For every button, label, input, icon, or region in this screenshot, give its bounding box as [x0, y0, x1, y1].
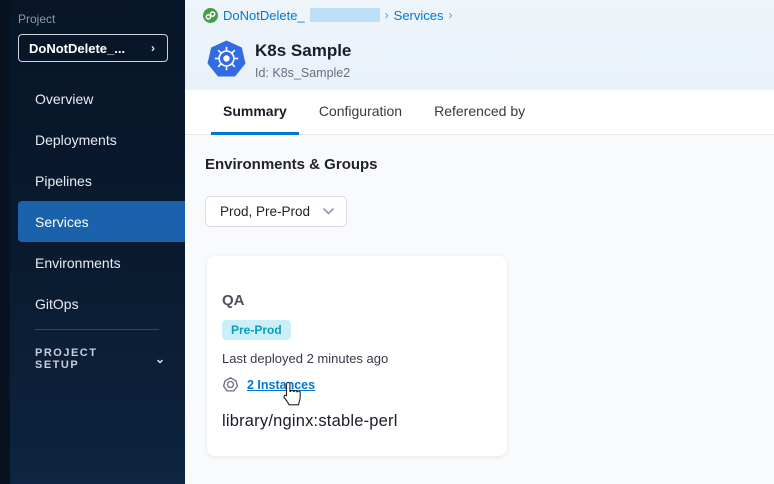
summary-content: Environments & Groups Prod, Pre-Prod QA …: [185, 135, 774, 484]
artifact-name: library/nginx:stable-perl: [222, 412, 398, 431]
project-breadcrumb-icon: [203, 8, 218, 23]
tab-bar: Summary Configuration Referenced by: [185, 90, 774, 135]
environment-filter-dropdown[interactable]: Prod, Pre-Prod: [205, 196, 347, 227]
sidebar-item-environments[interactable]: Environments: [18, 242, 185, 283]
breadcrumb-project-link[interactable]: DoNotDelete_: [223, 8, 305, 23]
tab-summary[interactable]: Summary: [211, 90, 299, 135]
sidebar-item-overview[interactable]: Overview: [18, 78, 185, 119]
sidebar-item-gitops[interactable]: GitOps: [18, 283, 185, 324]
service-head: K8s Sample Id: K8s_Sample2: [207, 40, 351, 80]
project-selector-value: DoNotDelete_...: [29, 41, 125, 56]
instances-icon: [223, 377, 238, 392]
last-deployed-text: Last deployed 2 minutes ago: [222, 351, 388, 366]
instances-row: 2 Instances: [223, 377, 315, 392]
breadcrumb: DoNotDelete_ › Services ›: [203, 6, 453, 24]
sidebar-divider: [35, 329, 159, 330]
environment-card-qa[interactable]: QA Pre-Prod Last deployed 2 minutes ago …: [207, 256, 507, 456]
project-setup-label: PROJECT SETUP: [35, 347, 141, 371]
environment-type-badge: Pre-Prod: [222, 320, 291, 340]
breadcrumb-selected-text: [310, 8, 380, 22]
sidebar-nav: Overview Deployments Pipelines Services …: [0, 78, 185, 324]
service-title: K8s Sample: [255, 41, 351, 61]
service-id: Id: K8s_Sample2: [255, 66, 351, 80]
sidebar-item-deployments[interactable]: Deployments: [18, 119, 185, 160]
service-header: DoNotDelete_ › Services ›: [185, 0, 774, 90]
mouse-cursor-hand-icon: [279, 382, 301, 406]
service-titles: K8s Sample Id: K8s_Sample2: [255, 40, 351, 80]
chevron-right-icon: ›: [151, 41, 155, 55]
project-label: Project: [18, 12, 55, 26]
project-setup-toggle[interactable]: PROJECT SETUP ⌄: [35, 349, 165, 369]
tab-referenced-by[interactable]: Referenced by: [422, 90, 537, 135]
chevron-down-icon: ⌄: [155, 352, 165, 366]
sidebar-item-services[interactable]: Services: [18, 201, 185, 242]
chevron-down-icon: [323, 206, 334, 218]
breadcrumb-services-link[interactable]: Services: [394, 8, 444, 23]
main-area: DoNotDelete_ › Services ›: [185, 0, 774, 484]
project-selector[interactable]: DoNotDelete_... ›: [18, 34, 168, 62]
breadcrumb-separator: ›: [385, 8, 389, 22]
environments-groups-title: Environments & Groups: [205, 156, 378, 173]
environment-name: QA: [222, 292, 245, 309]
sidebar: Project DoNotDelete_... › Overview Deplo…: [0, 0, 185, 484]
app-window: Project DoNotDelete_... › Overview Deplo…: [0, 0, 774, 484]
breadcrumb-separator-2: ›: [449, 8, 453, 22]
sidebar-item-pipelines[interactable]: Pipelines: [18, 160, 185, 201]
kubernetes-icon: [207, 40, 246, 77]
environment-filter-value: Prod, Pre-Prod: [220, 204, 310, 219]
tab-configuration[interactable]: Configuration: [307, 90, 414, 135]
